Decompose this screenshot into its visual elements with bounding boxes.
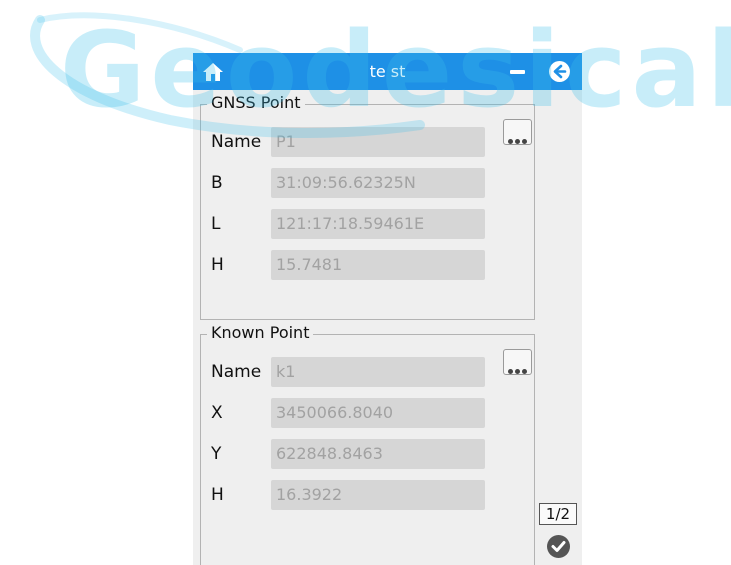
gnss-l-label: L <box>211 214 221 234</box>
known-x-label: X <box>211 403 223 423</box>
known-h-field[interactable]: 16.3922 <box>271 480 485 510</box>
known-name-field[interactable]: k1 <box>271 357 485 387</box>
gnss-point-group: GNSS Point Name P1 B 31:09:56.62325N L 1… <box>200 93 535 320</box>
app-screen: te st GNSS Point Name P1 B 31:09:56.6232… <box>193 53 582 565</box>
known-name-label: Name <box>211 362 262 382</box>
known-select-point-button[interactable] <box>503 349 532 375</box>
known-x-field[interactable]: 3450066.8040 <box>271 398 485 428</box>
gnss-h-label: H <box>211 255 224 275</box>
minimize-icon[interactable] <box>510 70 525 74</box>
gnss-b-label: B <box>211 173 223 193</box>
check-icon <box>551 541 566 552</box>
known-y-field[interactable]: 622848.8463 <box>271 439 485 469</box>
gnss-select-point-button[interactable] <box>503 119 532 145</box>
known-h-label: H <box>211 485 224 505</box>
gnss-b-field[interactable]: 31:09:56.62325N <box>271 168 485 198</box>
more-dots-icon <box>508 359 529 378</box>
gnss-name-field[interactable]: P1 <box>271 127 485 157</box>
back-arrow-icon <box>553 64 567 79</box>
known-point-title: Known Point <box>207 323 314 343</box>
more-dots-icon <box>508 129 529 148</box>
confirm-button[interactable] <box>547 535 570 558</box>
gnss-l-field[interactable]: 121:17:18.59461E <box>271 209 485 239</box>
known-y-label: Y <box>211 444 222 464</box>
title-bar: te st <box>193 53 582 90</box>
back-button[interactable] <box>549 61 570 82</box>
gnss-point-title: GNSS Point <box>207 93 305 113</box>
known-point-group: Known Point Name k1 X 3450066.8040 Y 622… <box>200 323 535 565</box>
page-indicator[interactable]: 1/2 <box>539 503 577 525</box>
gnss-h-field[interactable]: 15.7481 <box>271 250 485 280</box>
gnss-name-label: Name <box>211 132 262 152</box>
